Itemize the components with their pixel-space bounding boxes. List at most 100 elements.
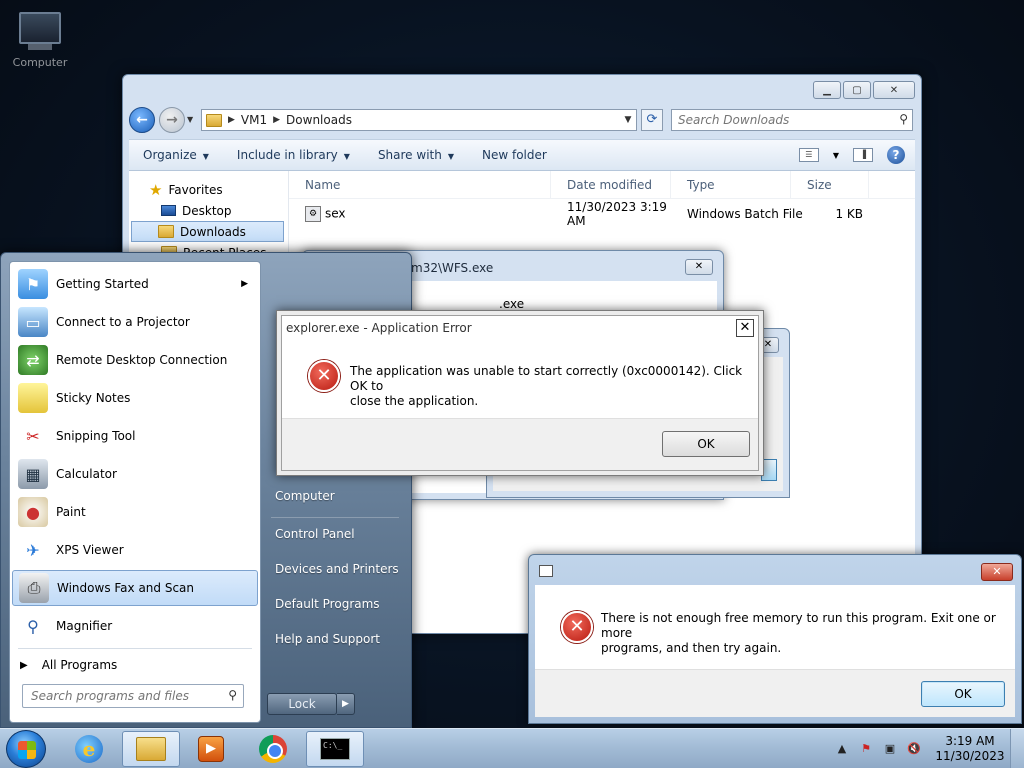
link-computer[interactable]: Computer <box>275 489 335 503</box>
program-windows-fax-and-scan[interactable]: ⎙ Windows Fax and Scan <box>12 570 258 606</box>
memory-error-message: There is not enough free memory to run t… <box>601 611 996 655</box>
column-type[interactable]: Type <box>671 171 791 198</box>
close-button[interactable]: ✕ <box>873 81 915 99</box>
program-snipping-tool[interactable]: ✂ Snipping Tool <box>12 418 258 454</box>
column-date-modified[interactable]: Date modified <box>551 171 671 198</box>
include-in-library-button[interactable]: Include in library ▼ <box>223 148 364 162</box>
close-button[interactable]: ✕ <box>736 319 754 337</box>
file-list-header: Name Date modified Type Size <box>289 171 915 199</box>
refresh-button[interactable]: ⟳ <box>641 109 663 131</box>
command-prompt-icon: C:\_ <box>320 738 350 760</box>
breadcrumb-vm1[interactable]: VM1 <box>241 113 267 127</box>
breadcrumb-downloads[interactable]: Downloads <box>286 113 352 127</box>
taskbar-windows-explorer[interactable] <box>122 731 180 767</box>
share-with-button[interactable]: Share with ▼ <box>364 148 468 162</box>
close-button[interactable]: ✕ <box>981 563 1013 581</box>
scissors-icon: ✂ <box>26 426 40 446</box>
projector-icon: ▭ <box>18 307 48 337</box>
submenu-arrow-icon: ▶ <box>241 279 248 289</box>
view-options-icon[interactable]: ☰ <box>798 148 819 162</box>
taskbar-chrome[interactable] <box>244 731 302 767</box>
start-menu-programs: ⚑ Getting Started ▶ ▭ Connect to a Projec… <box>9 261 261 723</box>
start-search[interactable]: ⚲ <box>22 684 244 708</box>
nav-favorites[interactable]: ★ Favorites <box>129 179 288 200</box>
program-connect-to-projector[interactable]: ▭ Connect to a Projector <box>12 304 258 340</box>
program-magnifier[interactable]: ⚲ Magnifier <box>12 608 258 644</box>
show-desktop-button[interactable] <box>1010 729 1024 768</box>
clock-date: 11/30/2023 <box>935 749 1005 763</box>
volume-muted-icon[interactable]: 🔇 <box>906 741 922 757</box>
star-icon: ★ <box>149 180 163 199</box>
nav-downloads[interactable]: Downloads <box>131 221 284 242</box>
program-getting-started[interactable]: ⚑ Getting Started ▶ <box>12 266 258 302</box>
column-size[interactable]: Size <box>791 171 869 198</box>
folder-icon <box>158 225 174 238</box>
search-icon[interactable]: ⚲ <box>228 688 237 702</box>
search-icon[interactable]: ⚲ <box>899 112 908 126</box>
address-dropdown-icon[interactable]: ▼ <box>620 115 636 125</box>
link-help-and-support[interactable]: Help and Support <box>275 632 380 646</box>
link-control-panel[interactable]: Control Panel <box>275 527 355 541</box>
help-icon[interactable]: ? <box>887 146 905 164</box>
file-row[interactable]: ⚙ sex 11/30/2023 3:19 AM Windows Batch Fi… <box>289 200 915 228</box>
wfs-window-title: m32\WFS.exe <box>411 261 494 275</box>
search-downloads-input[interactable] <box>672 110 882 130</box>
computer-icon <box>19 12 61 44</box>
view-dropdown-icon[interactable]: ▼ <box>833 151 839 160</box>
program-xps-viewer[interactable]: ✈ XPS Viewer <box>12 532 258 568</box>
new-folder-button[interactable]: New folder <box>468 148 561 162</box>
show-hidden-icons-chevron-icon[interactable]: ▲ <box>834 741 850 757</box>
program-sticky-notes[interactable]: Sticky Notes <box>12 380 258 416</box>
taskbar-internet-explorer[interactable]: e <box>60 731 118 767</box>
sticky-notes-icon <box>18 383 48 413</box>
program-calculator[interactable]: ▦ Calculator <box>12 456 258 492</box>
desktop-icon <box>161 205 176 216</box>
start-button[interactable] <box>6 730 46 768</box>
batch-file-icon: ⚙ <box>305 206 321 222</box>
address-bar[interactable]: ▶ VM1 ▶ Downloads ▼ <box>201 109 637 131</box>
taskbar: e ▶ C:\_ ▲ ⚑ ▣ 🔇 3:19 AM 11/30/2023 <box>0 728 1024 768</box>
magnifier-icon: ⚲ <box>27 616 39 636</box>
program-remote-desktop[interactable]: ⇄ Remote Desktop Connection <box>12 342 258 378</box>
memory-error-dialog[interactable]: ✕ ✕ There is not enough free memory to r… <box>528 554 1022 724</box>
system-tray: ▲ ⚑ ▣ 🔇 3:19 AM 11/30/2023 <box>834 729 1024 768</box>
close-button[interactable]: ✕ <box>685 259 713 275</box>
nav-desktop[interactable]: Desktop <box>129 200 288 221</box>
link-default-programs[interactable]: Default Programs <box>275 597 380 611</box>
link-devices-and-printers[interactable]: Devices and Printers <box>275 562 399 576</box>
back-button[interactable]: ← <box>129 107 155 133</box>
dialog-title: explorer.exe - Application Error <box>286 321 472 335</box>
all-programs[interactable]: ▶ All Programs <box>20 654 117 676</box>
clock-time: 3:19 AM <box>945 734 995 748</box>
xps-viewer-icon: ✈ <box>26 540 40 560</box>
ok-button[interactable]: OK <box>921 681 1005 707</box>
search-downloads[interactable]: ⚲ <box>671 109 913 131</box>
wfs-body-text: .exe <box>499 297 525 311</box>
recent-pages-chevron-icon[interactable]: ▼ <box>187 115 193 124</box>
column-name[interactable]: Name <box>289 171 551 198</box>
explorer-titlebar[interactable]: ▁ ▢ ✕ <box>123 75 921 105</box>
file-name: sex <box>325 206 346 221</box>
minimize-button[interactable]: ▁ <box>813 81 841 99</box>
action-center-flag-icon[interactable]: ⚑ <box>858 741 874 757</box>
taskbar-media-player[interactable]: ▶ <box>182 731 240 767</box>
network-icon[interactable]: ▣ <box>882 741 898 757</box>
organize-button[interactable]: Organize ▼ <box>129 148 223 162</box>
maximize-button[interactable]: ▢ <box>843 81 871 99</box>
program-paint[interactable]: ● Paint <box>12 494 258 530</box>
shutdown-options-arrow-icon[interactable]: ▶ <box>337 693 355 715</box>
ok-button[interactable]: OK <box>662 431 750 457</box>
application-error-dialog[interactable]: explorer.exe - Application Error ✕ ✕ The… <box>276 310 764 476</box>
application-error-titlebar[interactable]: explorer.exe - Application Error <box>282 316 758 340</box>
forward-button[interactable]: → <box>159 107 185 133</box>
desktop-computer-icon[interactable]: Computer <box>8 8 72 74</box>
start-search-input[interactable] <box>23 685 213 707</box>
chevron-right-icon: ▶ <box>273 115 281 125</box>
taskbar-command-prompt[interactable]: C:\_ <box>306 731 364 767</box>
preview-pane-icon[interactable]: ▐ <box>853 148 873 162</box>
clock[interactable]: 3:19 AM 11/30/2023 <box>930 734 1010 764</box>
windows-logo-icon <box>18 741 36 759</box>
file-type: Windows Batch File <box>687 207 803 221</box>
lock-button[interactable]: Lock <box>267 693 337 715</box>
getting-started-icon: ⚑ <box>18 269 48 299</box>
